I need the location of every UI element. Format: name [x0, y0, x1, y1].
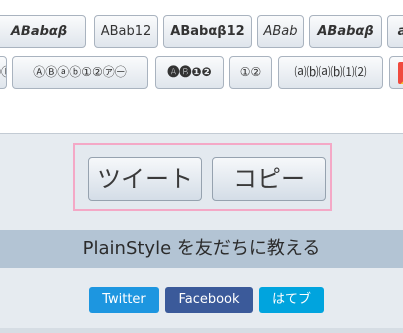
- style-button-partial[interactable]: 𝙖: [387, 15, 403, 48]
- style-panel: 𝘼𝘽𝙖𝙗𝞪𝞫 ABab12 ABabαβ12 ABab ABabαβ 𝙖 Ⓐⓑ …: [0, 0, 403, 134]
- style-button-circled-digits[interactable]: ①②: [229, 56, 272, 89]
- style-button-bold[interactable]: ABabαβ12: [163, 15, 252, 48]
- style-button-sans[interactable]: ABab12: [94, 15, 158, 48]
- bottom-divider: [0, 328, 403, 333]
- twitter-share-button[interactable]: Twitter: [89, 287, 159, 313]
- style-button-italic[interactable]: ABab: [257, 15, 304, 48]
- share-heading: PlainStyle を友だちに教える: [0, 230, 403, 268]
- style-button-negative-circled[interactable]: 🅐🅑❶❷: [155, 56, 224, 89]
- facebook-share-button[interactable]: Facebook: [165, 287, 253, 313]
- style-button-circled-partial[interactable]: Ⓐⓑ: [0, 56, 7, 89]
- hatena-bookmark-button[interactable]: はてブ: [259, 287, 324, 313]
- style-button-bold-italic[interactable]: ABabαβ: [309, 15, 382, 48]
- flag-icon: [398, 62, 403, 84]
- tweet-button[interactable]: ツイート: [88, 157, 202, 201]
- style-button-serif-bold-italic[interactable]: 𝘼𝘽𝙖𝙗𝞪𝞫: [0, 15, 86, 48]
- style-button-flag[interactable]: [389, 56, 403, 89]
- action-frame: ツイート コピー: [73, 143, 332, 211]
- style-button-parenthesized[interactable]: ⒜⒝⒜⒝⑴⑵: [278, 56, 383, 89]
- copy-button[interactable]: コピー: [212, 157, 326, 201]
- style-button-circled[interactable]: ⒶⒷⓐⓑ①②㋐㊀: [12, 56, 148, 89]
